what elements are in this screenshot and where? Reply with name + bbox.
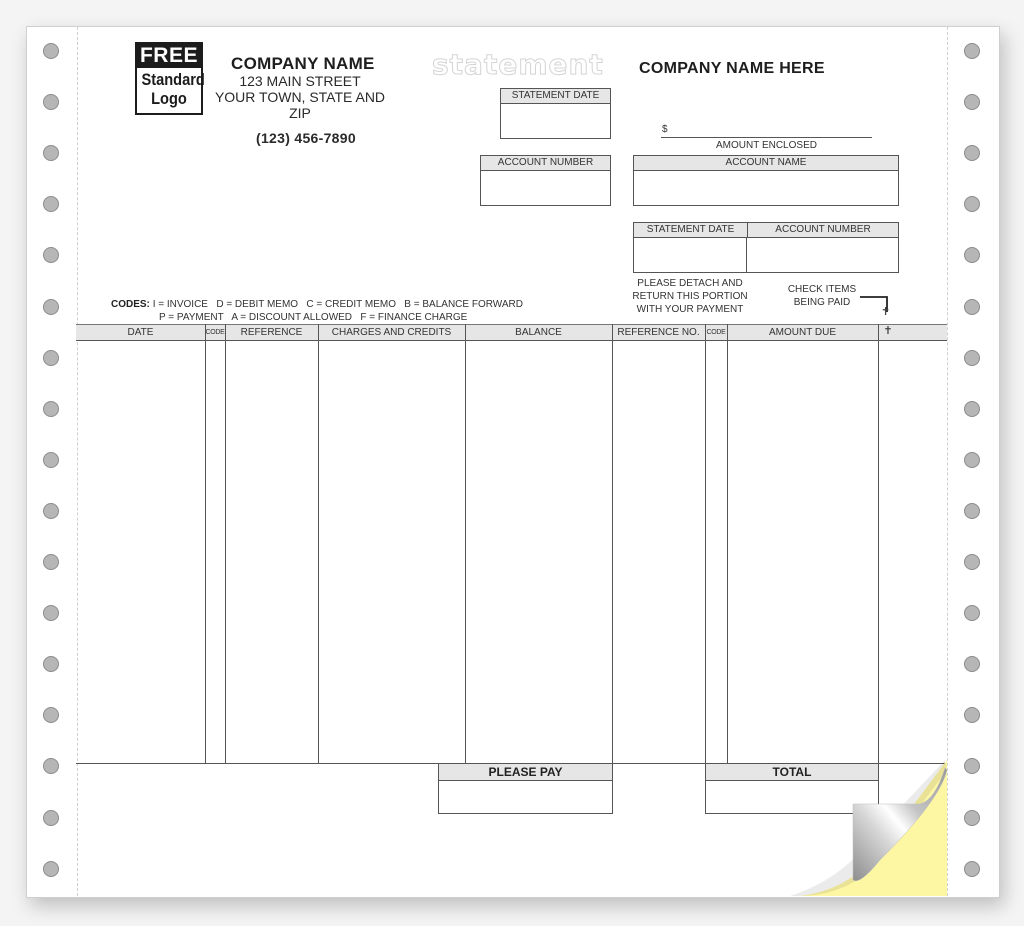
tractor-hole <box>964 299 980 315</box>
tractor-hole <box>964 452 980 468</box>
stub-info-box: STATEMENT DATE ACCOUNT NUMBER <box>633 222 899 273</box>
amount-enclosed-line[interactable] <box>661 137 872 138</box>
col-reference-no: REFERENCE NO. <box>617 327 700 338</box>
codes-legend: CODES: I = INVOICE D = DEBIT MEMO C = CR… <box>111 298 523 324</box>
detach-note-line-2: RETURN THIS PORTION <box>632 291 748 302</box>
col-stub-code: CODE <box>706 329 726 336</box>
tractor-hole <box>964 247 980 263</box>
account-name-label: ACCOUNT NAME <box>634 156 898 171</box>
tractor-hole <box>43 196 59 212</box>
account-number-box[interactable]: ACCOUNT NUMBER <box>480 155 611 206</box>
tractor-hole <box>43 43 59 59</box>
dollar-sign: $ <box>662 124 668 135</box>
please-pay-box[interactable]: PLEASE PAY <box>438 763 613 814</box>
right-perforation <box>947 27 948 896</box>
tractor-hole <box>964 401 980 417</box>
stub-info-divider <box>746 237 747 273</box>
statement-date-label: STATEMENT DATE <box>501 89 610 104</box>
tractor-hole <box>964 758 980 774</box>
account-number-label: ACCOUNT NUMBER <box>481 156 610 171</box>
codes-line-1: I = INVOICE D = DEBIT MEMO C = CREDIT ME… <box>152 299 523 310</box>
amount-enclosed-label: AMOUNT ENCLOSED <box>716 140 817 151</box>
table-header: DATE CODE REFERENCE CHARGES AND CREDITS … <box>76 324 947 341</box>
tractor-hole <box>964 707 980 723</box>
logo-free-label: FREE <box>137 44 201 68</box>
tractor-hole <box>964 145 980 161</box>
stub-statement-date-label: STATEMENT DATE <box>634 223 748 237</box>
table-body[interactable] <box>76 341 947 763</box>
stub-company-name: COMPANY NAME HERE <box>639 60 825 77</box>
tractor-hole <box>964 605 980 621</box>
statement-date-box[interactable]: STATEMENT DATE <box>500 88 611 139</box>
tractor-hole <box>964 350 980 366</box>
account-name-box[interactable]: ACCOUNT NAME <box>633 155 899 206</box>
tractor-hole <box>43 94 59 110</box>
tractor-hole <box>43 247 59 263</box>
tractor-hole <box>964 503 980 519</box>
col-amount-due: AMOUNT DUE <box>768 327 837 338</box>
tractor-hole <box>964 196 980 212</box>
detach-note: PLEASE DETACH AND RETURN THIS PORTION WI… <box>626 277 754 316</box>
logo-line-2: Logo <box>151 89 187 108</box>
tractor-hole <box>43 503 59 519</box>
tractor-hole <box>43 299 59 315</box>
company-name: COMPANY NAME <box>231 54 375 73</box>
tractor-hole <box>964 94 980 110</box>
tractor-hole <box>43 554 59 570</box>
total-box[interactable]: TOTAL <box>705 763 879 814</box>
company-phone: (123) 456-7890 <box>256 130 356 146</box>
logo-line-1: Standard <box>141 70 205 89</box>
check-items-line-2: BEING PAID <box>793 297 851 308</box>
detach-note-line-1: PLEASE DETACH AND <box>637 278 743 289</box>
codes-line-2: P = PAYMENT A = DISCOUNT ALLOWED F = FIN… <box>159 312 468 323</box>
tractor-hole <box>43 656 59 672</box>
please-pay-label: PLEASE PAY <box>439 764 612 781</box>
codes-label: CODES: <box>111 299 150 310</box>
tractor-hole <box>964 810 980 826</box>
tractor-hole <box>964 861 980 877</box>
tractor-hole <box>43 707 59 723</box>
check-items-note: CHECK ITEMS BEING PAID <box>775 283 869 309</box>
tractor-hole <box>43 145 59 161</box>
col-balance: BALANCE <box>515 327 562 338</box>
col-charges-and-credits: CHARGES AND CREDITS <box>331 327 452 338</box>
stub-account-number-label: ACCOUNT NUMBER <box>775 224 871 235</box>
check-mark-icon: ✝ <box>881 306 891 318</box>
statement-watermark: statement <box>432 48 604 82</box>
tractor-hole <box>43 810 59 826</box>
col-date: DATE <box>127 327 154 338</box>
col-code: CODE <box>205 329 225 336</box>
check-items-line-1: CHECK ITEMS <box>787 284 857 295</box>
tractor-hole <box>43 758 59 774</box>
total-label: TOTAL <box>706 764 878 781</box>
company-logo: FREE Standard Logo <box>135 42 205 115</box>
tractor-hole <box>964 656 980 672</box>
detach-note-line-3: WITH YOUR PAYMENT <box>636 304 744 315</box>
tractor-hole <box>43 350 59 366</box>
company-city-state-zip: YOUR TOWN, STATE AND ZIP <box>214 89 386 121</box>
col-reference: REFERENCE <box>240 327 303 338</box>
tractor-hole <box>43 861 59 877</box>
tractor-hole <box>964 43 980 59</box>
tractor-hole <box>43 452 59 468</box>
tractor-hole <box>43 401 59 417</box>
tractor-hole <box>43 605 59 621</box>
company-address: 123 MAIN STREET YOUR TOWN, STATE AND ZIP <box>205 73 395 121</box>
stub-info-header: STATEMENT DATE ACCOUNT NUMBER <box>634 223 898 238</box>
tractor-hole <box>964 554 980 570</box>
company-street: 123 MAIN STREET <box>239 73 361 89</box>
col-check-icon: ✝ <box>883 325 893 337</box>
